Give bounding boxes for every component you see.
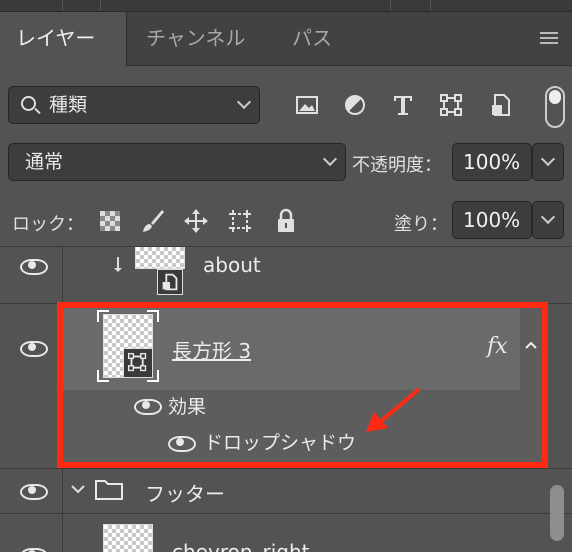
opacity-input[interactable]: 100% [452, 143, 532, 181]
adjustment-filter-icon[interactable] [343, 93, 367, 117]
lock-label: ロック： [12, 214, 84, 235]
filter-kind-label: 種類 [49, 94, 88, 116]
lock-image-pixels-icon[interactable] [140, 208, 166, 234]
annotation-highlight-box [57, 302, 548, 468]
opacity-label: 不透明度： [352, 155, 442, 176]
smart-object-badge-icon [157, 269, 183, 295]
layer-row-footer-group[interactable]: フッター [0, 469, 572, 513]
panel-tab-bar: レイヤー チャンネル パス [0, 12, 572, 67]
eye-icon[interactable] [20, 339, 48, 357]
layer-name: about [203, 253, 261, 277]
fill-label: 塗り： [394, 214, 448, 235]
layer-name: フッター [145, 482, 225, 506]
lock-artboard-icon[interactable] [227, 208, 253, 234]
layer-row-about[interactable]: about [0, 247, 572, 303]
lock-position-icon[interactable] [183, 208, 209, 234]
annotation-arrow-icon [366, 388, 420, 432]
type-filter-icon[interactable] [391, 93, 415, 117]
chevron-down-icon [540, 209, 556, 225]
lock-all-icon[interactable] [273, 208, 299, 234]
search-icon [21, 96, 36, 111]
chevron-down-icon[interactable] [70, 483, 86, 495]
tab-paths-label: パス [292, 26, 332, 50]
layer-row-chevron-right[interactable]: chevron_right [0, 514, 572, 552]
blend-mode-dropdown[interactable]: 通常 [8, 143, 346, 181]
fill-value: 100% [463, 208, 521, 232]
layer-name: chevron_right [172, 540, 310, 552]
layer-thumbnail [103, 524, 153, 552]
opacity-dropdown-button[interactable] [532, 143, 564, 181]
chevron-down-icon [236, 94, 252, 110]
eye-icon[interactable] [20, 257, 48, 275]
filter-toggle[interactable] [545, 86, 565, 128]
image-filter-icon[interactable] [295, 93, 319, 117]
filter-kind-dropdown[interactable]: 種類 [8, 86, 260, 124]
lock-transparent-pixels-icon[interactable] [97, 208, 123, 234]
tab-paths[interactable]: パス [276, 12, 348, 66]
chevron-down-icon [322, 151, 338, 167]
top-strip [0, 0, 572, 12]
layer-list-scrollbar[interactable] [550, 485, 564, 541]
blend-mode-value: 通常 [25, 151, 64, 173]
opacity-value: 100% [463, 150, 521, 174]
chevron-down-icon [540, 151, 556, 167]
panel-menu-icon[interactable] [540, 32, 558, 46]
tab-channels-label: チャンネル [146, 26, 246, 50]
layer-thumbnail [135, 247, 185, 269]
fill-input[interactable]: 100% [452, 201, 532, 239]
eye-icon[interactable] [20, 546, 48, 552]
tab-layers-label: レイヤー [16, 26, 96, 50]
folder-icon [95, 480, 123, 500]
tab-channels[interactable]: チャンネル [130, 12, 261, 66]
clipping-mask-arrow-icon [114, 257, 122, 272]
smart-object-filter-icon[interactable] [489, 93, 513, 117]
tab-layers[interactable]: レイヤー [0, 12, 127, 67]
fill-dropdown-button[interactable] [532, 201, 564, 239]
shape-filter-icon[interactable] [439, 93, 463, 117]
eye-icon[interactable] [20, 482, 48, 500]
